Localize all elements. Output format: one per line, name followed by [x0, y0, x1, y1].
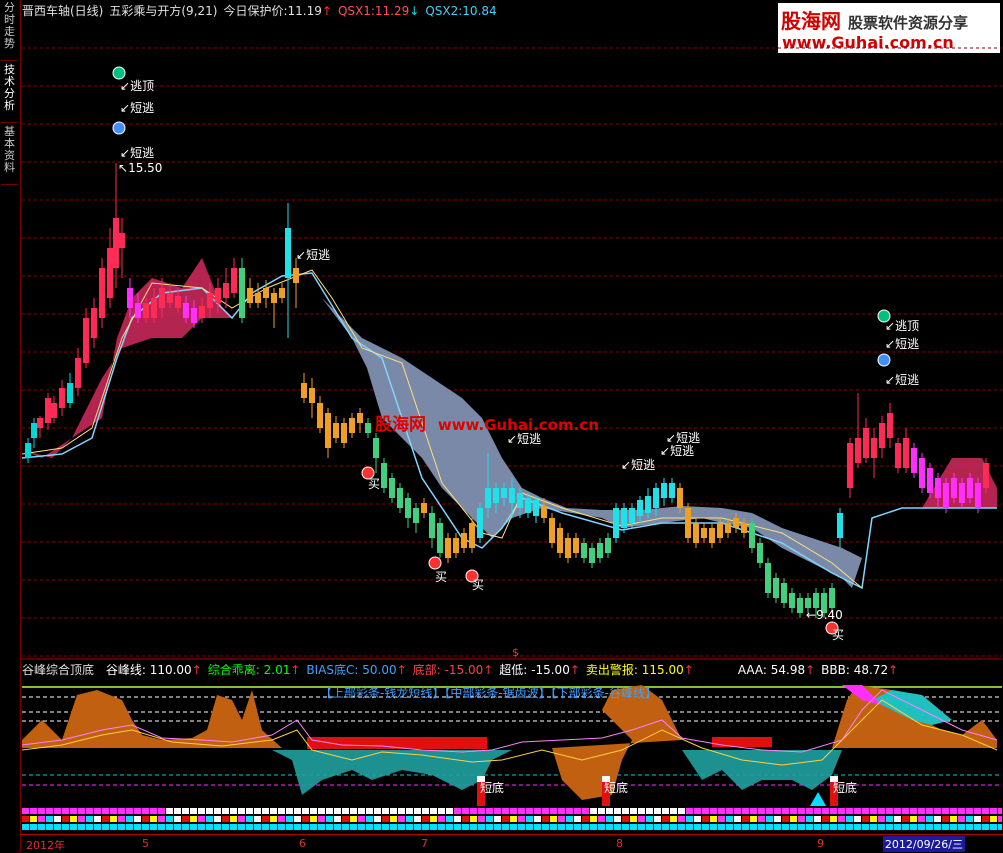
tab-technical-analysis[interactable]: 技术分析: [1, 64, 18, 123]
dollar-marker: $: [512, 646, 519, 659]
sub-value-item: 综合乖离: 2.01↑: [207, 663, 301, 677]
low-price-label: ←9.40: [806, 608, 843, 622]
stock-name: 晋西车轴(日线): [22, 4, 104, 18]
short-bottom-label: 短底: [604, 781, 629, 795]
arrow-down-icon: ↓: [409, 4, 420, 18]
qsx1-label: QSX1:: [337, 4, 375, 18]
top-escape-label: ↙逃顶: [885, 319, 920, 333]
sub-indicator-name: 谷峰综合顶底: [22, 663, 95, 677]
color-strips: [22, 808, 1002, 830]
axis-label: 5: [142, 837, 149, 850]
protect-value: 11.19: [287, 4, 322, 18]
buy-label: 买: [472, 578, 485, 592]
short-bottom-label: 短底: [480, 781, 505, 795]
short-escape-label: ↙短逃: [120, 101, 155, 115]
short-bottom-label: 短底: [833, 781, 858, 795]
short-escape-label: ↙短逃: [885, 337, 920, 351]
qsx2-value: 10.84: [462, 4, 497, 18]
buy-label: 买: [368, 477, 381, 491]
high-price-label: ↖15.50: [118, 161, 163, 175]
short-escape-label: ↙短逃: [296, 248, 331, 262]
sub-chart-header: 谷峰综合顶底 谷峰线: 110.00↑ 综合乖离: 2.01↑ BIAS底C: 50…: [22, 661, 904, 679]
short-escape-label: ↙短逃: [666, 431, 701, 445]
axis-label: 7: [421, 837, 428, 850]
short-escape-label: ↙短逃: [885, 373, 920, 387]
sub-value-item: 超低: -15.00↑: [499, 663, 580, 677]
sub-legend: 【上部彩条-钱龙短线】【中部彩条-锯齿波】【下部彩条-谷峰线】: [320, 686, 657, 700]
qsx1-value: 11.29: [374, 4, 410, 18]
protect-label: 今日保护价:: [223, 4, 288, 18]
short-escape-label: ↙短逃: [120, 146, 155, 160]
candlestick-chart[interactable]: [22, 18, 1002, 660]
buy-label: 买: [832, 628, 845, 642]
axis-label: 2012年: [26, 839, 65, 852]
qsx2-label: QSX2:: [425, 4, 463, 18]
arrow-up-icon: ↑: [321, 4, 332, 18]
buy-label: 买: [435, 570, 448, 584]
top-escape-label: ↙逃顶: [120, 79, 155, 93]
sub-value-item: BIAS底C: 50.00↑: [306, 663, 407, 677]
vertical-tab-bar: 分时走势 技术分析 基本资料: [0, 0, 21, 852]
sub-indicator-values: 谷峰线: 110.00↑ 综合乖离: 2.01↑ BIAS底C: 50.00↑ 底部:…: [106, 663, 904, 677]
sub-value-item: AAA: 54.98↑: [737, 663, 816, 677]
tab-fundamentals[interactable]: 基本资料: [1, 126, 18, 185]
short-escape-label: ↙短逃: [621, 458, 656, 472]
watermark: 股海网 www.Guhai.com.cn: [375, 415, 599, 435]
date-axis: 2012年 5 6 7 8 9 2012/09/26/三: [20, 834, 1003, 853]
sub-value-item: 卖出警报: 115.00↑: [585, 663, 694, 677]
sub-value-item: BBB: 48.72↑: [821, 663, 899, 677]
sub-value-item: 谷峰线: 110.00↑: [105, 663, 202, 677]
indicator-name: 五彩乘与开方(9,21): [109, 4, 218, 18]
signal-markers: [112, 66, 891, 635]
axis-label: 8: [616, 837, 623, 850]
axis-label: 9: [817, 837, 824, 850]
tab-intraday[interactable]: 分时走势: [1, 2, 18, 61]
axis-label: 6: [299, 837, 306, 850]
sub-value-item: 底部: -15.00↑: [412, 663, 494, 677]
cursor-date: 2012/09/26/三: [882, 836, 965, 852]
